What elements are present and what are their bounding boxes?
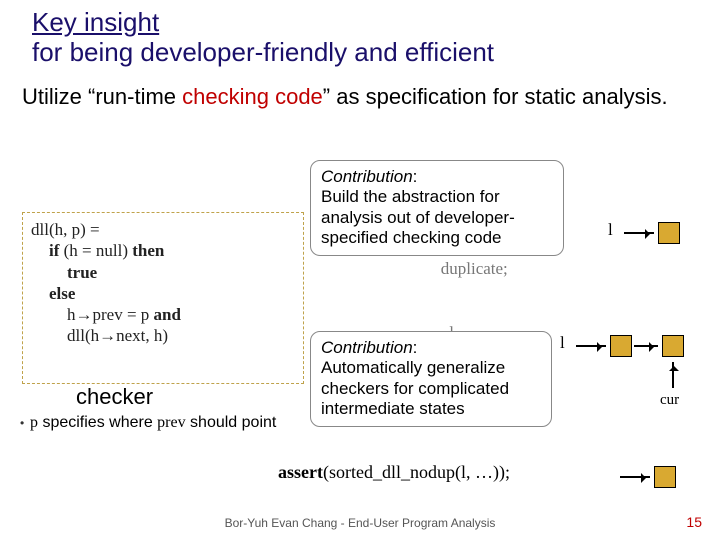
body-emphasis: checking code bbox=[182, 84, 323, 109]
arrow-up-icon bbox=[672, 362, 674, 388]
coder-3: duplicate; bbox=[360, 258, 680, 280]
callout2-body: Automatically generalize checkers for co… bbox=[321, 358, 509, 418]
checker-line-6: dll(h→next, h) bbox=[31, 325, 295, 346]
arrow-icon bbox=[620, 476, 650, 478]
arrow-icon bbox=[624, 232, 654, 234]
checker-line-3: true bbox=[31, 262, 295, 283]
checker-code-box: dll(h, p) = if (h = null) then true else… bbox=[22, 212, 304, 384]
arrow-icon bbox=[634, 345, 658, 347]
diagram-label-l-2: l bbox=[560, 333, 565, 353]
diagram-label-l-1: l bbox=[608, 220, 613, 240]
title-underlined: Key insight bbox=[32, 7, 159, 37]
callout2-heading: Contribution bbox=[321, 338, 413, 357]
list-node-3 bbox=[654, 466, 676, 488]
callout-contribution-1: Contribution: Build the abstraction for … bbox=[310, 160, 564, 256]
slide: Key insight for being developer-friendly… bbox=[0, 0, 720, 540]
checker-label: checker bbox=[76, 384, 153, 410]
callout1-heading: Contribution bbox=[321, 167, 413, 186]
list-node-2a bbox=[610, 335, 632, 357]
diagram-label-cur: cur bbox=[660, 392, 679, 409]
body-text: Utilize “run-time checking code” as spec… bbox=[22, 84, 702, 110]
bullet-icon: • bbox=[20, 417, 24, 431]
body-post: ” as specification for static analysis. bbox=[323, 84, 668, 109]
list-node-2b bbox=[662, 335, 684, 357]
note-var-prev: prev bbox=[157, 414, 185, 431]
arrow-icon bbox=[576, 345, 606, 347]
title-rest: for being developer-friendly and efficie… bbox=[32, 37, 494, 67]
checker-note: • p specifies where prev should point bbox=[30, 414, 280, 432]
note-var-p: p bbox=[30, 414, 38, 431]
page-number: 15 bbox=[686, 514, 702, 530]
slide-title: Key insight for being developer-friendly… bbox=[32, 8, 692, 68]
assert-keyword: assert bbox=[278, 462, 323, 482]
callout1-body: Build the abstraction for analysis out o… bbox=[321, 187, 515, 247]
assert-line: assert(sorted_dll_nodup(l, …)); bbox=[278, 462, 510, 483]
checker-line-1: dll(h, p) = bbox=[31, 219, 295, 240]
footer-text: Bor-Yuh Evan Chang - End-User Program An… bbox=[0, 516, 720, 530]
checker-line-2: if (h = null) then bbox=[31, 240, 295, 261]
callout-contribution-2: Contribution: Automatically generalize c… bbox=[310, 331, 552, 427]
assert-args: (sorted_dll_nodup(l, …)); bbox=[323, 462, 510, 482]
body-pre: Utilize “run-time bbox=[22, 84, 182, 109]
list-node-1 bbox=[658, 222, 680, 244]
checker-line-4: else bbox=[31, 283, 295, 304]
checker-line-5: h→prev = p and bbox=[31, 304, 295, 325]
